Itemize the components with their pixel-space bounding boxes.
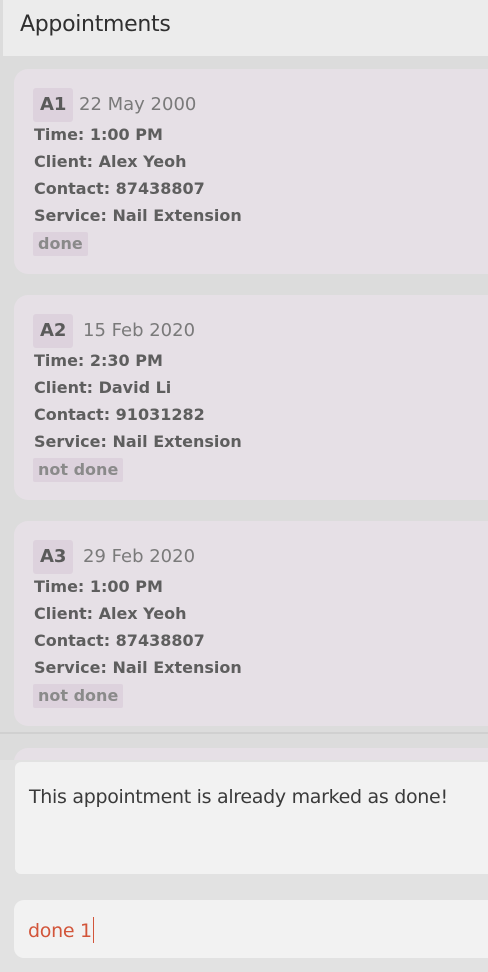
divider xyxy=(0,732,488,734)
appointment-card[interactable]: A1 22 May 2000 Time: 1:00 PM Client: Ale… xyxy=(14,69,488,274)
appointment-card-partial[interactable] xyxy=(14,748,488,760)
appointment-date: 15 Feb 2020 xyxy=(83,320,196,341)
appointment-card[interactable]: A3 29 Feb 2020 Time: 1:00 PM Client: Ale… xyxy=(14,521,488,726)
status-badge: not done xyxy=(33,458,124,482)
appointment-time: Time: 1:00 PM xyxy=(34,125,163,144)
appointment-client: Client: David Li xyxy=(34,378,172,397)
appointment-client: Client: Alex Yeoh xyxy=(34,604,187,623)
appointment-time: Time: 1:00 PM xyxy=(34,577,163,596)
header: Appointments xyxy=(0,0,488,56)
appointment-card[interactable]: A2 15 Feb 2020 Time: 2:30 PM Client: Dav… xyxy=(14,295,488,500)
appointment-contact: Contact: 87438807 xyxy=(34,631,205,650)
appointment-contact: Contact: 91031282 xyxy=(34,405,205,424)
text-caret xyxy=(92,917,94,943)
appointment-list[interactable]: A1 22 May 2000 Time: 1:00 PM Client: Ale… xyxy=(0,56,488,760)
command-input-text[interactable]: done 1 xyxy=(28,917,94,943)
appointment-client: Client: Alex Yeoh xyxy=(34,152,187,171)
appointment-date: 22 May 2000 xyxy=(79,94,197,115)
status-badge: not done xyxy=(33,684,124,708)
result-message: This appointment is already marked as do… xyxy=(29,786,448,808)
status-badge: done xyxy=(33,232,88,256)
command-value: done 1 xyxy=(28,920,92,942)
appointment-service: Service: Nail Extension xyxy=(34,658,242,677)
appointment-id-badge: A3 xyxy=(33,540,74,574)
appointment-contact: Contact: 87438807 xyxy=(34,179,205,198)
result-display: This appointment is already marked as do… xyxy=(15,762,488,874)
appointment-service: Service: Nail Extension xyxy=(34,432,242,451)
page-title: Appointments xyxy=(20,12,171,37)
appointment-id-badge: A2 xyxy=(33,314,74,348)
command-input[interactable]: done 1 xyxy=(14,900,488,958)
appointment-time: Time: 2:30 PM xyxy=(34,351,163,370)
appointment-service: Service: Nail Extension xyxy=(34,206,242,225)
appointment-date: 29 Feb 2020 xyxy=(83,546,196,567)
appointment-id-badge: A1 xyxy=(33,88,74,122)
